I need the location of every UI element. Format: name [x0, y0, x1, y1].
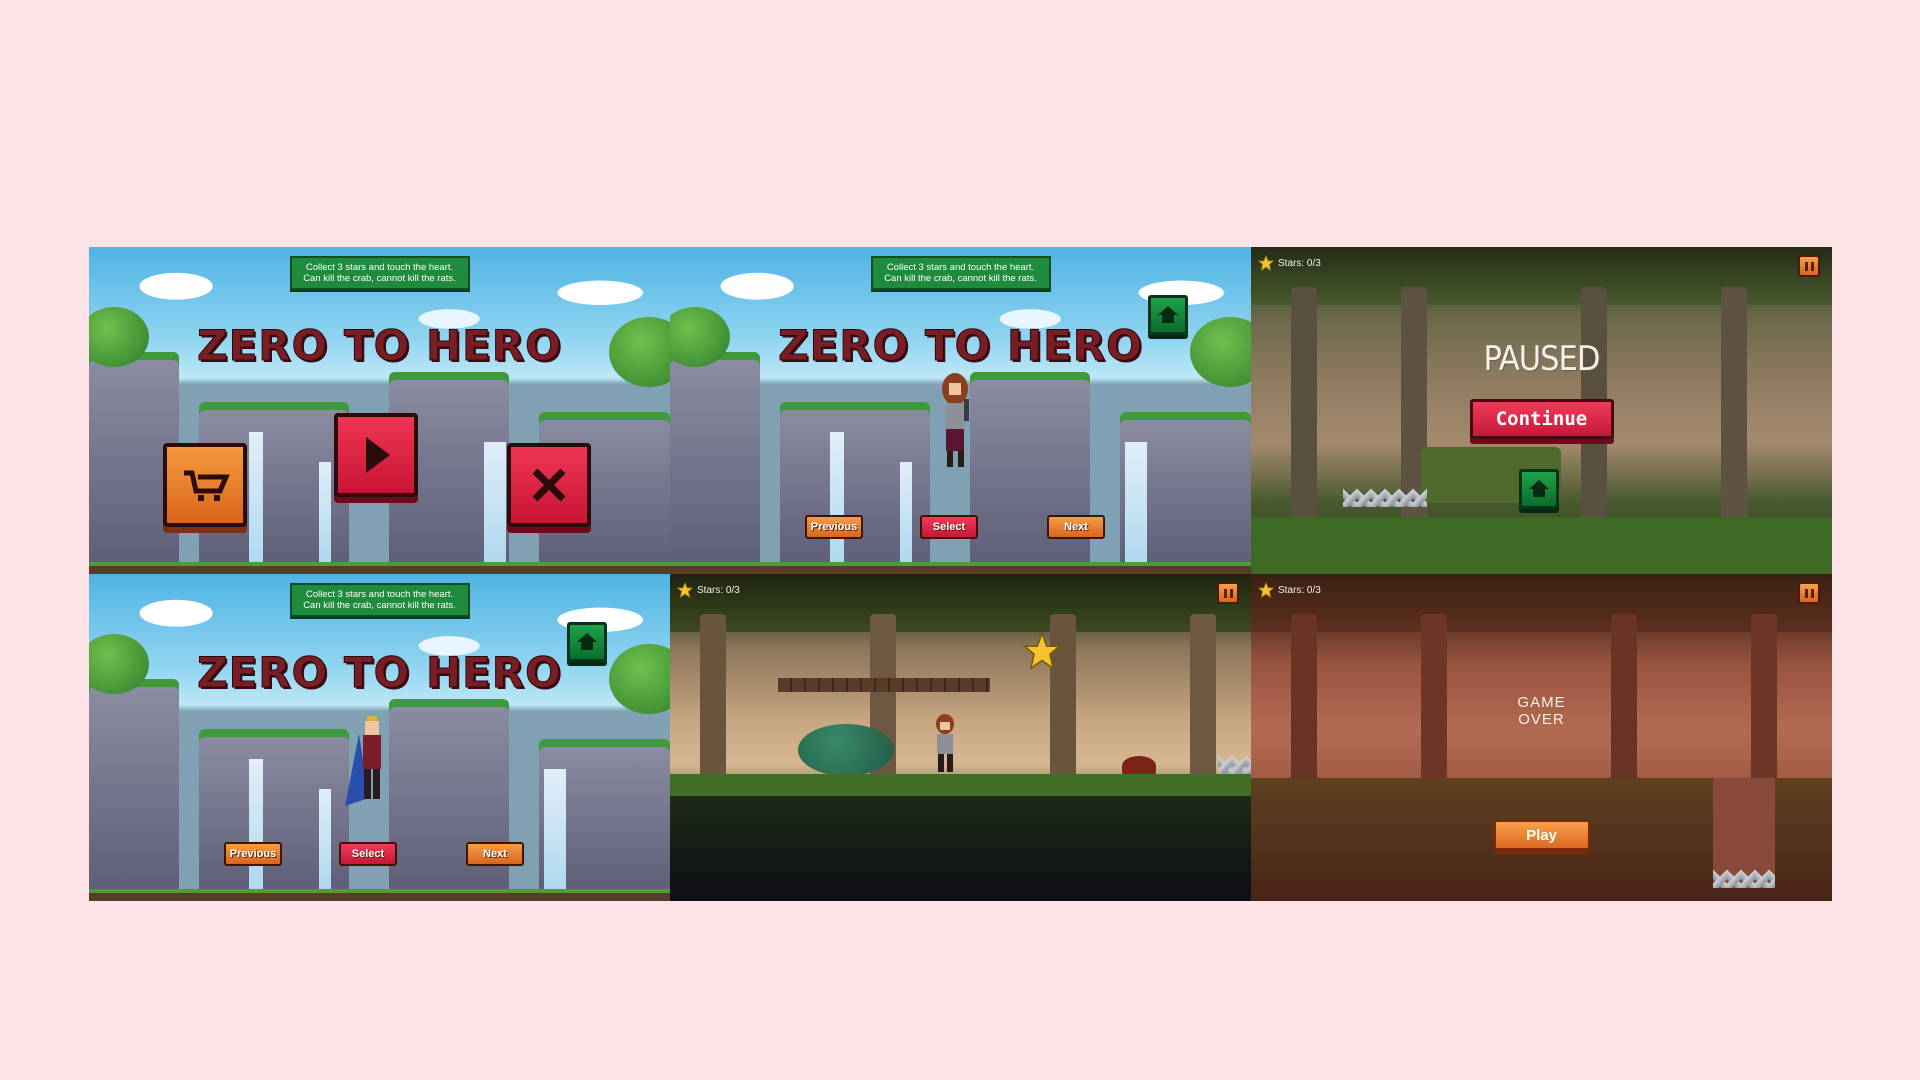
play-again-button[interactable]: Play: [1493, 820, 1590, 850]
home-icon: [1529, 480, 1549, 497]
tree-trunk: [1291, 287, 1317, 534]
instructions-line: Collect 3 stars and touch the heart.: [305, 262, 454, 273]
ground: [1251, 517, 1832, 574]
home-icon: [577, 633, 597, 650]
instructions-box: Collect 3 stars and touch the heart. Can…: [870, 256, 1051, 290]
ground: [670, 562, 1251, 574]
game-over-line: OVER: [1518, 711, 1565, 728]
stars-label: Stars: 0/3: [1278, 584, 1321, 596]
previous-button[interactable]: Previous: [805, 515, 863, 539]
shop-cart-icon: [184, 470, 230, 501]
character-select-screen: Collect 3 stars and touch the heart. Can…: [670, 247, 1251, 574]
spike-trap: [1343, 485, 1427, 507]
pause-button[interactable]: [1798, 582, 1820, 604]
game-over-title: GAME OVER: [1251, 694, 1832, 728]
stars-label: Stars: 0/3: [1278, 257, 1321, 269]
pause-icon: [1810, 588, 1814, 598]
pause-button[interactable]: [1217, 582, 1239, 604]
crab-enemy: [1122, 756, 1156, 776]
instructions-line: Collect 3 stars and touch the heart.: [886, 262, 1035, 273]
player-sprite: [936, 714, 954, 772]
instructions-line: Can kill the crab, cannot kill the rats.: [303, 600, 456, 611]
stars-counter: Stars: 0/3: [677, 582, 740, 598]
spike-trap: [1713, 866, 1775, 888]
select-button[interactable]: Select: [920, 515, 978, 539]
waterfall: [830, 432, 844, 562]
continue-button[interactable]: Continue: [1469, 399, 1614, 439]
pause-button[interactable]: [1798, 255, 1820, 277]
bush: [798, 724, 894, 776]
cliff: [89, 679, 179, 889]
waterfall: [249, 432, 263, 562]
game-title: ZERO TO HERO: [197, 321, 562, 371]
ground: [670, 774, 1251, 796]
game-over-screen: Stars: 0/3 GAME OVER Play: [1251, 574, 1832, 901]
screenshot-grid: Collect 3 stars and touch the heart. Can…: [89, 247, 1832, 901]
next-button[interactable]: Next: [1047, 515, 1105, 539]
canopy: [1251, 574, 1832, 632]
select-button[interactable]: Select: [339, 842, 397, 866]
waterfall: [900, 462, 912, 562]
stars-counter: Stars: 0/3: [1258, 582, 1321, 598]
star-icon: [1258, 255, 1274, 271]
pause-icon: [1810, 261, 1814, 271]
canopy: [670, 574, 1251, 632]
stars-counter: Stars: 0/3: [1258, 255, 1321, 271]
character-select-screen: Collect 3 stars and touch the heart. Can…: [89, 574, 670, 901]
wooden-bridge: [778, 678, 990, 692]
pause-icon: [1229, 588, 1233, 598]
main-menu-screen: Collect 3 stars and touch the heart. Can…: [89, 247, 670, 574]
waterfall: [1125, 442, 1147, 562]
quit-button[interactable]: [507, 443, 591, 527]
instructions-box: Collect 3 stars and touch the heart. Can…: [289, 256, 470, 290]
waterfall: [484, 442, 506, 562]
play-icon: [366, 437, 390, 473]
star-icon: [677, 582, 693, 598]
hero-caped-sprite: [345, 716, 381, 806]
gameplay-screen: Stars: 0/3: [670, 574, 1251, 901]
pause-icon: [1804, 261, 1808, 271]
paused-screen: Stars: 0/3 PAUSED Continue: [1251, 247, 1832, 574]
spike-trap: [1218, 752, 1251, 774]
pause-icon: [1223, 588, 1227, 598]
collectible-star: [1022, 632, 1062, 670]
waterfall: [544, 769, 566, 889]
home-button[interactable]: [1519, 469, 1559, 509]
game-over-line: GAME: [1517, 694, 1566, 711]
stars-label: Stars: 0/3: [697, 584, 740, 596]
close-icon: [532, 468, 566, 502]
ground: [89, 889, 670, 901]
waterfall: [249, 759, 263, 889]
next-button[interactable]: Next: [466, 842, 524, 866]
home-icon: [1158, 306, 1178, 323]
pause-icon: [1804, 588, 1808, 598]
hero-girl-sprite: [942, 373, 969, 467]
ground: [89, 562, 670, 574]
previous-button[interactable]: Previous: [224, 842, 282, 866]
paused-title: PAUSED: [1483, 339, 1601, 379]
waterfall: [319, 789, 331, 889]
instructions-line: Collect 3 stars and touch the heart.: [305, 589, 454, 600]
underground: [670, 796, 1251, 901]
tree-trunk: [1721, 287, 1747, 534]
instructions-box: Collect 3 stars and touch the heart. Can…: [289, 583, 470, 617]
play-button[interactable]: [334, 413, 418, 497]
star-icon: [1258, 582, 1274, 598]
shop-button[interactable]: [163, 443, 247, 527]
home-button[interactable]: [567, 622, 607, 662]
instructions-line: Can kill the crab, cannot kill the rats.: [303, 273, 456, 284]
home-button[interactable]: [1148, 295, 1188, 335]
cliff: [670, 352, 760, 562]
waterfall: [319, 462, 331, 562]
instructions-line: Can kill the crab, cannot kill the rats.: [884, 273, 1037, 284]
